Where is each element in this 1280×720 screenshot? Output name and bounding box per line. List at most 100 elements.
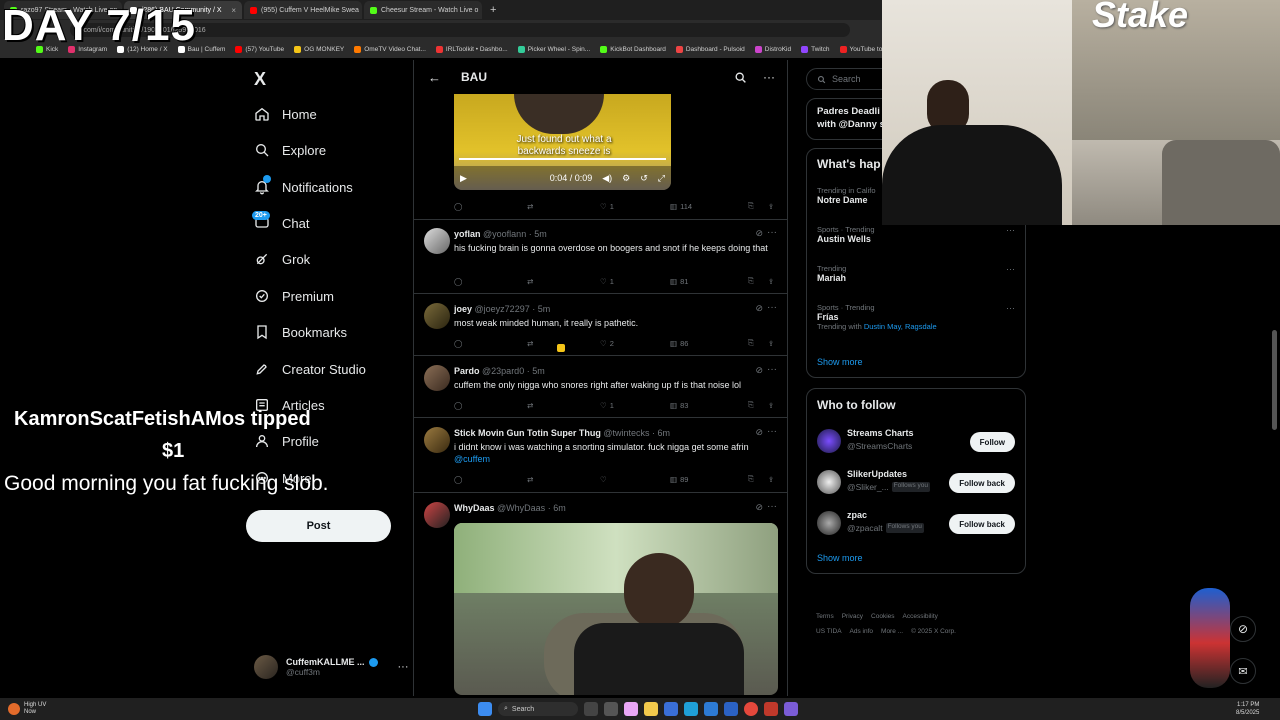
weather-widget[interactable]: High UV Now (8, 702, 46, 716)
new-tab-button[interactable]: + (484, 4, 502, 16)
follow-back-button[interactable]: Follow back (949, 473, 1015, 493)
show-more-link[interactable]: Show more (817, 357, 863, 367)
follow-suggestion[interactable]: zpac @zpacalt Follows you Follow back (807, 507, 1025, 541)
repost-icon[interactable]: ⇄ (527, 400, 600, 410)
settings-gear-icon[interactable]: ⚙ (622, 173, 630, 184)
tweet[interactable]: Pardo @23pard0 · 5m ⊘ ··· cuffem the onl… (414, 356, 787, 418)
more-dots-icon[interactable]: ··· (767, 426, 777, 437)
task-view-icon[interactable] (584, 702, 598, 716)
reply-icon[interactable]: ◯ (454, 201, 527, 211)
share-icon[interactable]: ⇪ (768, 276, 774, 286)
account-switcher[interactable]: CuffemKALLME ... @cuff3m ··· (254, 655, 409, 679)
avatar[interactable] (424, 303, 450, 329)
grok-icon[interactable]: ⊘ (1230, 616, 1256, 642)
x-logo-icon[interactable]: X (254, 69, 266, 90)
loop-icon[interactable]: ↺ (640, 173, 648, 184)
footer-link[interactable]: Privacy (842, 613, 863, 620)
bookmark-icon[interactable]: ⎘ (748, 201, 768, 211)
video-progress-bar[interactable] (459, 158, 666, 160)
bookmark[interactable]: OmeTV Video Chat... (354, 45, 426, 53)
views-button[interactable]: ▥ 114 (670, 201, 748, 211)
more-dots-icon[interactable]: ··· (1006, 264, 1015, 274)
app-icon[interactable] (664, 702, 678, 716)
footer-link[interactable]: Cookies (871, 613, 894, 620)
sidebar-item-profile[interactable]: Profile (254, 433, 319, 449)
like-button[interactable]: ♡ 1 (600, 276, 670, 286)
views-button[interactable]: ▥ 89 (670, 474, 748, 484)
follow-back-button[interactable]: Follow back (949, 514, 1015, 534)
share-icon[interactable]: ⇪ (768, 338, 774, 348)
play-icon[interactable]: ▶ (460, 173, 467, 184)
avatar[interactable] (424, 427, 450, 453)
avatar[interactable] (424, 365, 450, 391)
grok-icon[interactable]: ⊘ (755, 427, 763, 438)
messages-icon[interactable]: ✉ (1230, 658, 1256, 684)
footer-link[interactable]: Accessibility (903, 613, 938, 620)
footer-link[interactable]: Ads info (850, 628, 874, 635)
tweet[interactable]: joey @joeyz72297 · 5m ⊘ ··· most weak mi… (414, 294, 787, 356)
grok-icon[interactable]: ⊘ (755, 502, 763, 513)
bookmark-icon[interactable]: ⎘ (748, 276, 768, 286)
tweet-video[interactable]: Just found out what a backwards sneeze i… (414, 94, 787, 220)
bookmark[interactable]: KickBot Dashboard (600, 45, 666, 53)
views-button[interactable]: ▥ 83 (670, 400, 748, 410)
bookmark-icon[interactable]: ⎘ (748, 338, 768, 348)
file-explorer-icon[interactable] (644, 702, 658, 716)
show-more-link[interactable]: Show more (817, 553, 863, 563)
trend-item[interactable]: Trending in Califo Notre Dame (817, 186, 876, 205)
reply-icon[interactable]: ◯ (454, 338, 527, 348)
sidebar-item-creator-studio[interactable]: Creator Studio (254, 361, 366, 377)
page-scrollbar[interactable] (1272, 330, 1277, 430)
share-icon[interactable]: ⇪ (768, 201, 774, 211)
app-icon[interactable] (724, 702, 738, 716)
like-button[interactable]: ♡ 1 (600, 400, 670, 410)
bookmark[interactable]: DistroKid (754, 45, 791, 53)
like-button[interactable]: ♡ 1 (600, 201, 670, 211)
taskbar-search[interactable]: ⌕ Search (498, 702, 578, 716)
bookmark[interactable]: IRLToolkit • Dashbo... (435, 45, 508, 53)
tweet[interactable]: WhyDaas @WhyDaas · 6m ⊘ ··· (414, 493, 787, 696)
more-dots-icon[interactable]: ··· (767, 227, 777, 238)
browser-tab[interactable]: (955) Cuffem V HeelMike Swea× (244, 1, 362, 19)
grok-icon[interactable]: ⊘ (755, 365, 763, 376)
post-button[interactable]: Post (246, 510, 391, 542)
share-icon[interactable]: ⇪ (768, 474, 774, 484)
more-dots-icon[interactable]: ··· (1006, 303, 1015, 313)
bookmark-icon[interactable]: ⎘ (748, 400, 768, 410)
more-dots-icon[interactable]: ··· (1006, 225, 1015, 235)
follow-suggestion[interactable]: SlikerUpdates @Sliker_... Follows you Fol… (807, 466, 1025, 500)
footer-link[interactable]: US TIDA (816, 628, 842, 635)
footer-link[interactable]: Terms (816, 613, 834, 620)
sidebar-item-premium[interactable]: Premium (254, 288, 334, 304)
more-dots-icon[interactable]: ··· (767, 501, 777, 512)
sidebar-item-explore[interactable]: Explore (254, 142, 326, 158)
bookmark[interactable]: (57) YouTube (235, 45, 284, 53)
views-button[interactable]: ▥ 81 (670, 276, 748, 286)
volume-icon[interactable]: ◀) (602, 173, 612, 184)
edge-icon[interactable] (684, 702, 698, 716)
grok-icon[interactable]: ⊘ (755, 303, 763, 314)
bookmark[interactable]: OG MONKEY (294, 45, 344, 53)
tweet-image[interactable] (454, 523, 778, 695)
more-dots-icon[interactable]: ··· (767, 302, 777, 313)
sidebar-item-grok[interactable]: Grok (254, 251, 310, 267)
trend-item[interactable]: Sports · Trending Austin Wells ··· (817, 225, 1017, 244)
sidebar-item-bookmarks[interactable]: Bookmarks (254, 324, 347, 340)
clock[interactable]: 1:17 PM 8/5/2025 (1236, 701, 1259, 717)
more-dots-icon[interactable]: ··· (763, 70, 775, 84)
reply-icon[interactable]: ◯ (454, 276, 527, 286)
trend-item[interactable]: Trending Mariah ··· (817, 264, 1017, 283)
follow-suggestion[interactable]: Streams Charts @StreamsCharts Follow (807, 425, 1025, 459)
footer-link[interactable]: More ... (881, 628, 903, 635)
app-icon[interactable] (764, 702, 778, 716)
app-icon[interactable] (704, 702, 718, 716)
share-icon[interactable]: ⇪ (768, 400, 774, 410)
bookmark[interactable]: Twitch (801, 45, 830, 53)
repost-icon[interactable]: ⇄ (527, 276, 600, 286)
windows-start-icon[interactable] (478, 702, 492, 716)
like-button[interactable]: ♡ (600, 474, 670, 484)
bookmark[interactable]: Dashboard - Pulsoid (675, 45, 745, 53)
repost-icon[interactable]: ⇄ (527, 474, 600, 484)
grok-icon[interactable]: ⊘ (755, 228, 763, 239)
bookmark-icon[interactable]: ⎘ (748, 474, 768, 484)
